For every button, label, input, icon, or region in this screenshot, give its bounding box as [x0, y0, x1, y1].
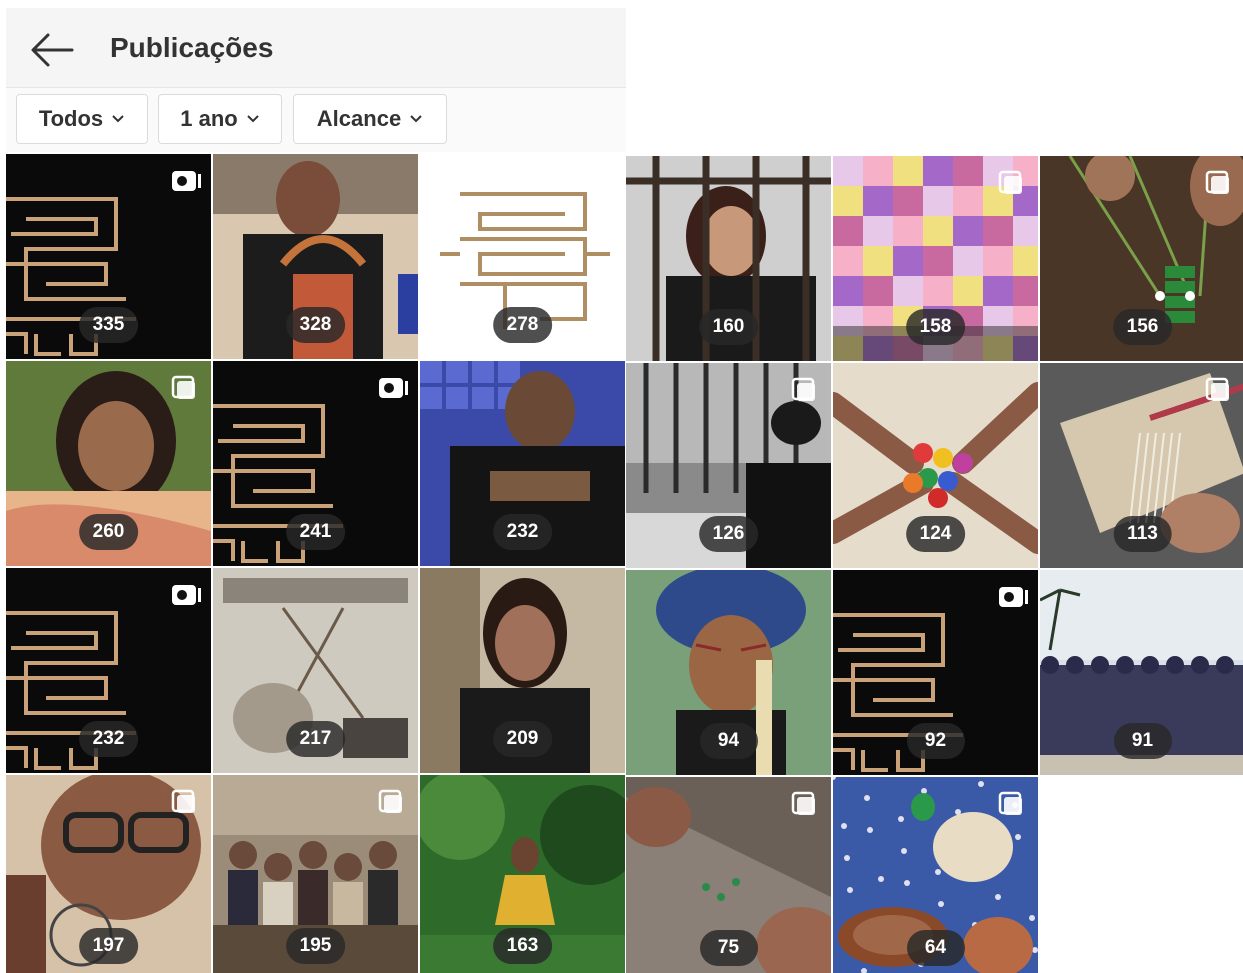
post-thumbnail[interactable]: 260	[6, 361, 211, 566]
post-thumbnail[interactable]: 91	[1040, 570, 1243, 775]
multiple-photos-icon	[1205, 377, 1229, 401]
reach-count-badge: 126	[698, 516, 759, 552]
reach-count-badge: 328	[285, 307, 346, 343]
post-thumbnail[interactable]: 197	[6, 775, 211, 973]
post-thumbnail[interactable]: 232	[6, 568, 211, 773]
multiple-photos-icon	[998, 170, 1022, 194]
reach-count-badge: 156	[1112, 309, 1173, 345]
reach-count-badge: 92	[906, 723, 965, 759]
reach-count-badge: 91	[1113, 723, 1172, 759]
post-thumbnail[interactable]: 64	[833, 777, 1038, 973]
filter-period-label: 1 ano	[180, 106, 238, 131]
multiple-photos-icon	[791, 791, 815, 815]
reach-count-badge: 209	[492, 721, 553, 757]
reach-count-badge: 217	[285, 721, 346, 757]
chevron-down-icon	[112, 115, 124, 123]
reach-count-badge: 278	[492, 307, 553, 343]
reach-count-badge: 260	[78, 514, 139, 550]
app-header: Publicações	[6, 8, 626, 88]
back-arrow-icon[interactable]	[28, 30, 76, 70]
post-thumbnail[interactable]: 209	[420, 568, 625, 773]
reach-count-badge: 158	[905, 309, 966, 345]
post-thumbnail[interactable]: 113	[1040, 363, 1243, 568]
post-thumbnail[interactable]: 94	[626, 570, 831, 775]
post-thumbnail[interactable]: 158	[833, 156, 1038, 361]
filter-metric-dropdown[interactable]: Alcance	[293, 94, 447, 144]
reach-count-badge: 94	[699, 723, 758, 759]
post-thumbnail[interactable]: 232	[420, 361, 625, 566]
multiple-photos-icon	[791, 377, 815, 401]
filter-metric-label: Alcance	[316, 106, 402, 131]
post-thumbnail[interactable]: 156	[1040, 156, 1243, 361]
post-thumbnail[interactable]: 217	[213, 568, 418, 773]
multiple-photos-icon	[378, 789, 402, 813]
post-thumbnail[interactable]: 335	[6, 154, 211, 359]
reach-count-badge: 232	[78, 721, 139, 757]
post-thumbnail[interactable]: 92	[833, 570, 1038, 775]
reach-count-badge: 241	[285, 514, 346, 550]
post-thumbnail[interactable]: 160	[626, 156, 831, 361]
reach-count-badge: 64	[906, 930, 965, 966]
reach-count-badge: 160	[698, 309, 759, 345]
reach-count-badge: 197	[78, 928, 139, 964]
multiple-photos-icon	[1205, 170, 1229, 194]
filter-type-dropdown[interactable]: Todos	[16, 94, 148, 144]
multiple-photos-icon	[171, 789, 195, 813]
insights-posts-screen: Publicações Todos 1 ano Alcance 335 328	[0, 0, 1243, 973]
video-icon	[999, 587, 1028, 607]
multiple-photos-icon	[998, 791, 1022, 815]
post-thumbnail[interactable]: 126	[626, 363, 831, 568]
post-thumbnail[interactable]: 75	[626, 777, 831, 973]
post-thumbnail[interactable]: 163	[420, 775, 625, 973]
video-icon	[172, 585, 201, 605]
reach-count-badge: 124	[905, 516, 966, 552]
filter-type-label: Todos	[38, 106, 104, 131]
multiple-photos-icon	[171, 375, 195, 399]
video-icon	[379, 378, 408, 398]
filter-period-dropdown[interactable]: 1 ano	[158, 94, 282, 144]
reach-count-badge: 335	[78, 307, 139, 343]
reach-count-badge: 163	[492, 928, 553, 964]
post-thumbnail[interactable]: 278	[420, 154, 625, 359]
video-icon	[172, 171, 201, 191]
post-thumbnail[interactable]: 195	[213, 775, 418, 973]
post-thumbnail[interactable]: 241	[213, 361, 418, 566]
filter-bar: Todos 1 ano Alcance	[6, 88, 626, 152]
post-thumbnail[interactable]: 328	[213, 154, 418, 359]
reach-count-badge: 113	[1113, 516, 1172, 552]
reach-count-badge: 195	[285, 928, 346, 964]
page-title: Publicações	[110, 32, 274, 63]
post-thumbnail[interactable]: 124	[833, 363, 1038, 568]
chevron-down-icon	[410, 115, 422, 123]
reach-count-badge: 232	[492, 514, 553, 550]
chevron-down-icon	[247, 115, 259, 123]
reach-count-badge: 75	[699, 930, 758, 966]
